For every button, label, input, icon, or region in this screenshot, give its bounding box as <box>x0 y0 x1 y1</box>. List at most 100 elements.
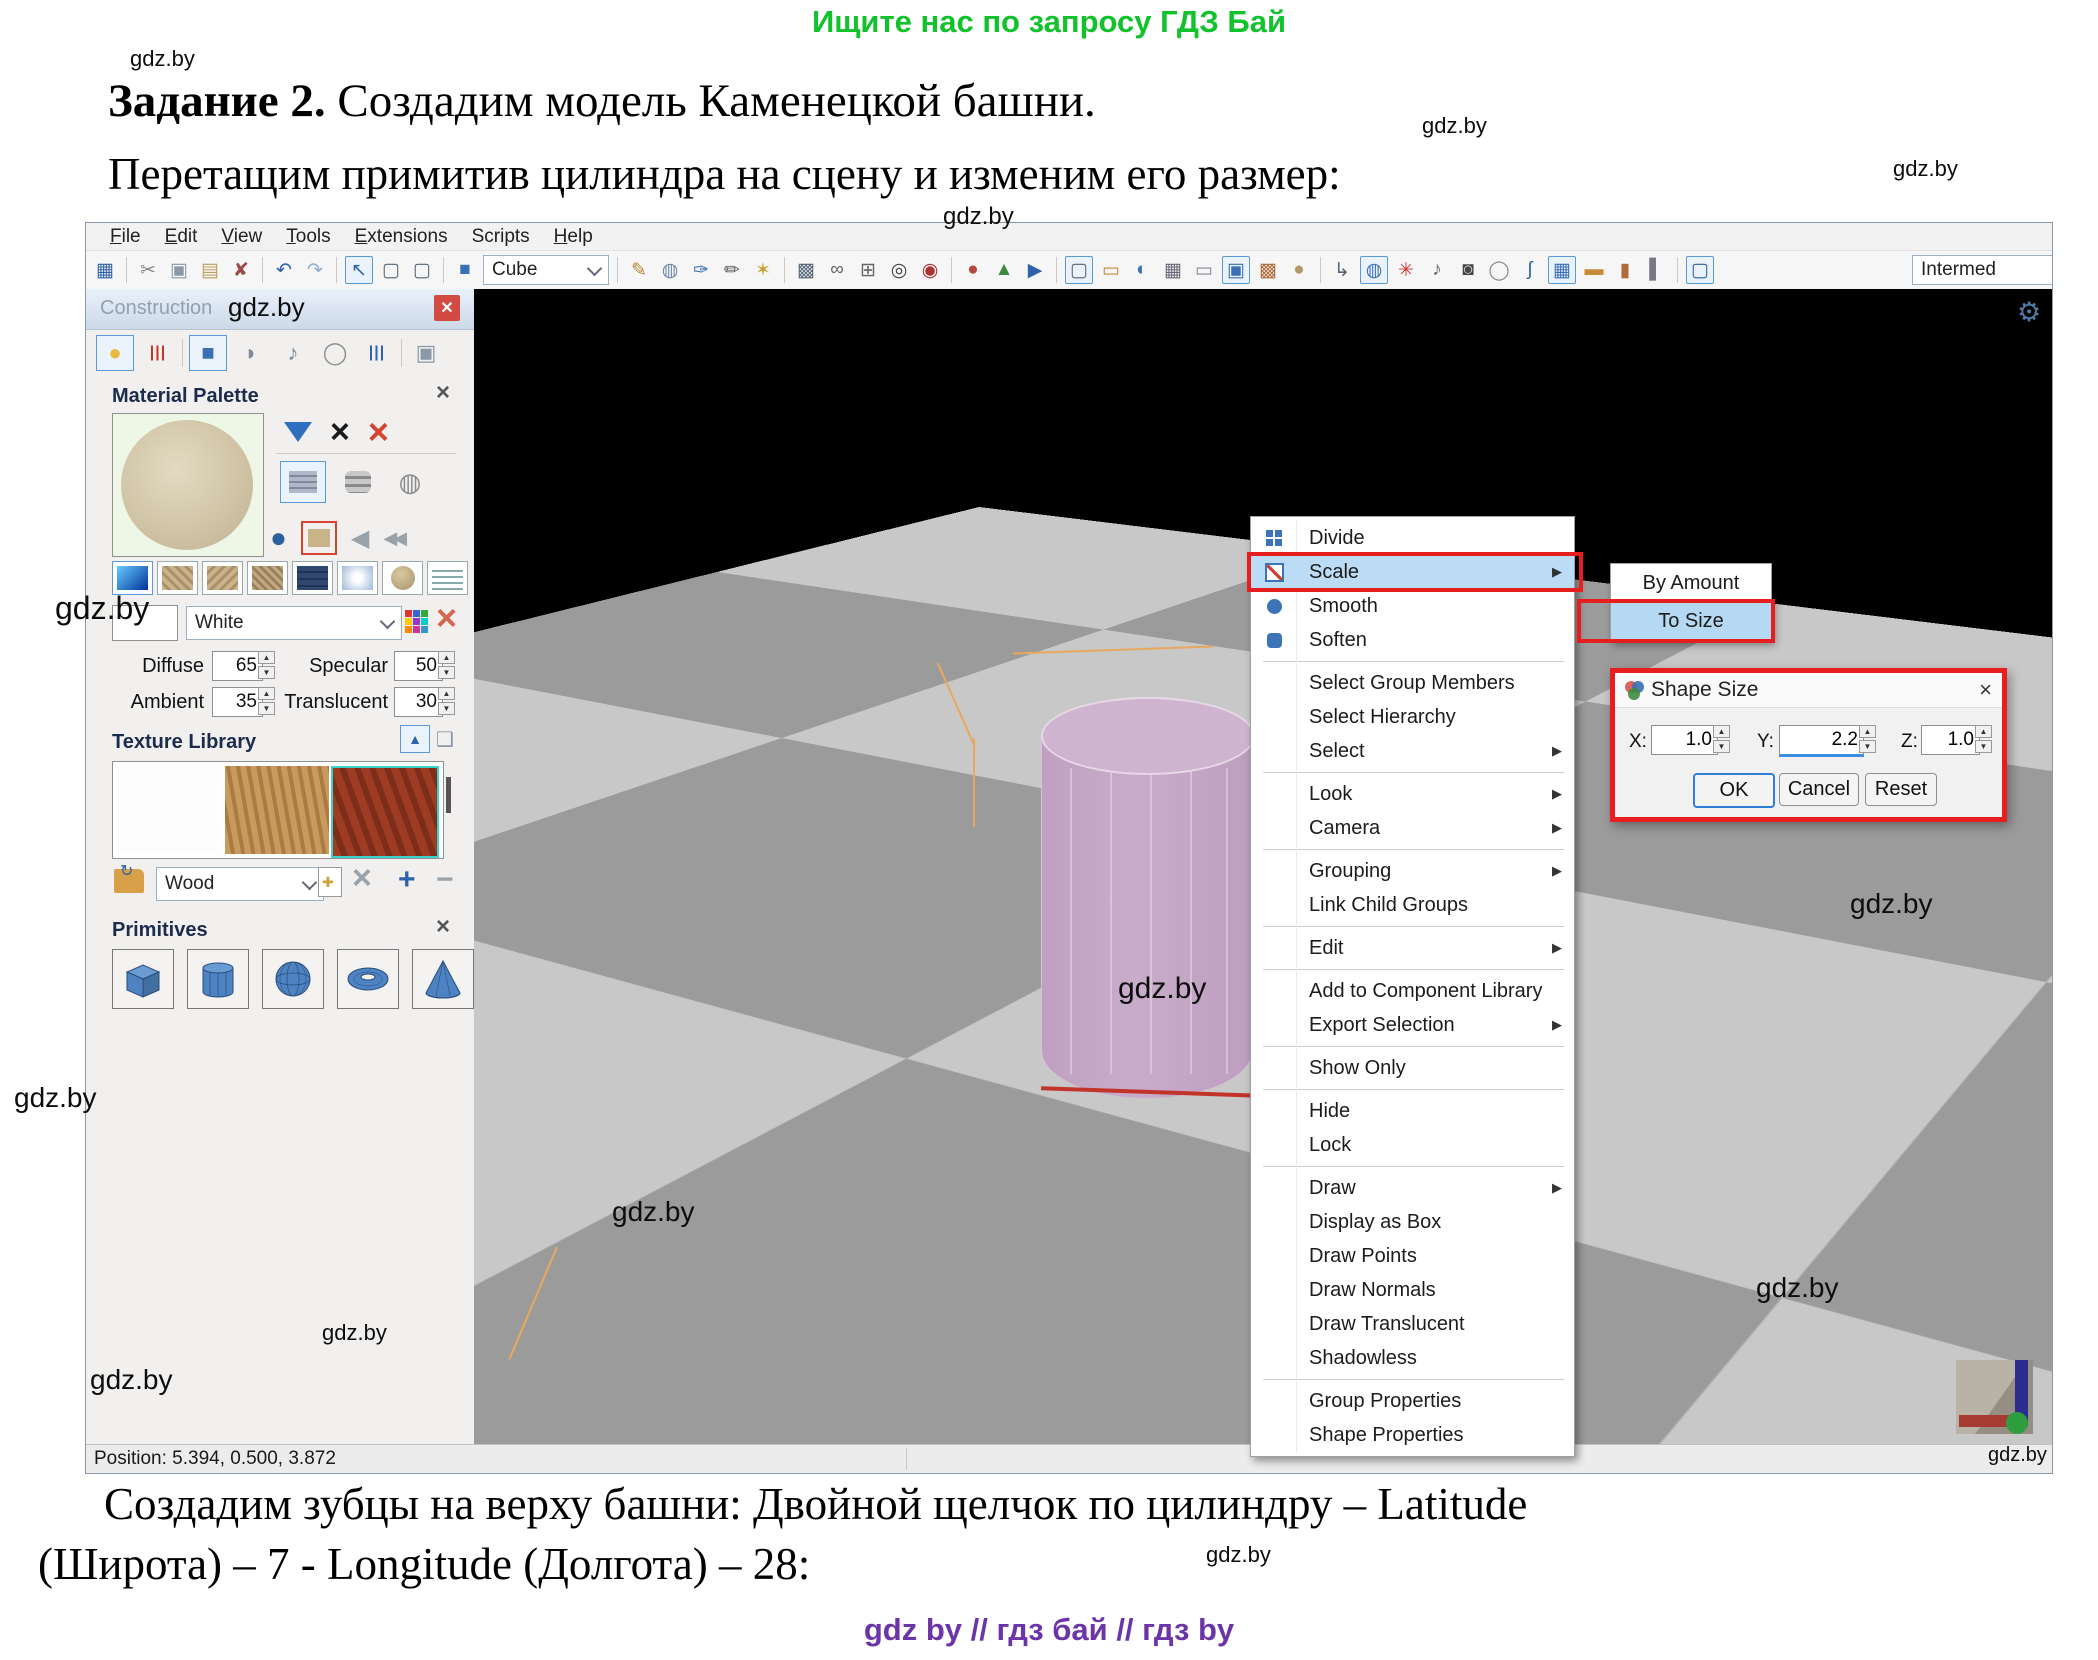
bricks-icon[interactable] <box>280 461 326 503</box>
paste-clip-icon[interactable]: ↳ <box>1329 257 1355 283</box>
submenu-item-by-amount[interactable]: By Amount <box>1611 564 1771 602</box>
menu-item-draw-normals[interactable]: Draw Normals <box>1251 1273 1574 1307</box>
cube-dropdown[interactable]: Cube <box>483 255 609 285</box>
menu-item-camera[interactable]: Camera▶ <box>1251 811 1574 845</box>
menu-item-link-child-groups[interactable]: Link Child Groups <box>1251 888 1574 922</box>
bubble-icon[interactable]: ❑ <box>436 727 454 752</box>
tab-texture-2[interactable] <box>202 561 243 595</box>
primitive-cube[interactable] <box>112 949 174 1009</box>
wand-icon[interactable]: ✶ <box>750 257 776 283</box>
texture-swatch-redwood[interactable] <box>331 766 439 858</box>
color-name-dropdown[interactable]: White <box>186 606 402 640</box>
layers-icon[interactable]: ▣ <box>408 336 444 370</box>
translucent-spinner[interactable]: ▲▼ <box>438 687 455 715</box>
translucent-value[interactable]: 30 <box>394 687 443 717</box>
zoom-magnifier-icon[interactable]: ◎ <box>886 257 912 283</box>
visibility-eye-icon[interactable]: ● <box>960 257 986 283</box>
coils-icon[interactable] <box>338 462 378 502</box>
texture-swatch-blank[interactable] <box>117 766 223 854</box>
menu-item-select-hierarchy[interactable]: Select Hierarchy <box>1251 700 1574 734</box>
menu-item-show-only[interactable]: Show Only <box>1251 1051 1574 1085</box>
ambient-value[interactable]: 35 <box>212 687 263 717</box>
bounds-box-icon[interactable]: ▢ <box>1065 256 1093 284</box>
cancel-button[interactable]: Cancel <box>1779 773 1859 806</box>
menu-tools[interactable]: Tools <box>286 226 330 248</box>
menu-item-shape-properties[interactable]: Shape Properties <box>1251 1418 1574 1452</box>
paste-icon[interactable]: ▤ <box>197 257 223 283</box>
z-spinner[interactable]: ▲▼ <box>1975 725 1992 753</box>
bulb-icon[interactable]: ◯ <box>317 336 353 370</box>
menu-item-draw[interactable]: Draw▶ <box>1251 1171 1574 1205</box>
compass-icon[interactable]: ▶ <box>1022 257 1048 283</box>
remove-texture-icon[interactable]: × <box>352 859 372 898</box>
menu-item-look[interactable]: Look▶ <box>1251 777 1574 811</box>
primitives-close-icon[interactable]: × <box>436 913 450 941</box>
floor-box-icon[interactable]: ▭ <box>1098 257 1124 283</box>
menu-item-add-to-component-library[interactable]: Add to Component Library <box>1251 974 1574 1008</box>
mirror-icon[interactable]: ◀◀ <box>383 528 403 549</box>
menu-item-select-group-members[interactable]: Select Group Members <box>1251 666 1574 700</box>
menu-item-grouping[interactable]: Grouping▶ <box>1251 854 1574 888</box>
tag-icon[interactable]: ◗ <box>233 336 269 370</box>
cube-mode-icon[interactable]: ■ <box>189 335 227 371</box>
specular-value[interactable]: 50 <box>394 651 443 681</box>
menu-item-shadowless[interactable]: Shadowless <box>1251 1341 1574 1375</box>
x-spinner[interactable]: ▲▼ <box>1713 725 1730 753</box>
panel-close-button[interactable]: ✕ <box>434 295 460 321</box>
camera-icon[interactable]: ◙ <box>1455 257 1481 283</box>
z-field[interactable]: 1.0 <box>1921 725 1980 755</box>
marker-icon[interactable]: ▮ <box>1612 257 1638 283</box>
window-tool-icon[interactable]: ▢ <box>1686 256 1714 284</box>
ball-icon[interactable]: ◍ <box>390 462 430 502</box>
books-blue-icon[interactable]: ||| <box>359 336 395 370</box>
y-field[interactable]: 2.2 <box>1779 725 1864 757</box>
materials-red-icon[interactable]: ||| <box>140 336 176 370</box>
pencil-icon[interactable]: ✏ <box>719 257 745 283</box>
primitive-cylinder[interactable] <box>187 949 249 1009</box>
menu-item-smooth[interactable]: Smooth <box>1251 589 1574 623</box>
menu-item-draw-points[interactable]: Draw Points <box>1251 1239 1574 1273</box>
path-curve-icon[interactable]: ∫ <box>1517 257 1543 283</box>
flip-left-icon[interactable]: ◀ <box>351 524 369 553</box>
bend-tool-icon[interactable]: ♪ <box>1424 257 1450 283</box>
tab-list[interactable] <box>427 561 468 595</box>
primitive-cone[interactable] <box>412 949 474 1009</box>
library-folder-icon[interactable]: ↻ <box>114 869 144 893</box>
cut-icon[interactable]: ✂ <box>135 257 161 283</box>
paintbrush-icon[interactable]: ✎ <box>626 257 652 283</box>
minus-icon[interactable]: − <box>436 863 454 897</box>
remove-color-icon[interactable]: × <box>436 597 457 639</box>
wire-box-icon[interactable]: ▦ <box>1160 257 1186 283</box>
tab-texture-1[interactable] <box>157 561 198 595</box>
checker-tool-icon[interactable]: ▦ <box>1548 256 1576 284</box>
menu-help[interactable]: Help <box>554 226 593 248</box>
colored-cube-icon[interactable]: ▩ <box>1255 257 1281 283</box>
globe-icon[interactable]: ◐ <box>1129 257 1155 283</box>
menu-item-export-selection[interactable]: Export Selection▶ <box>1251 1008 1574 1042</box>
menu-scripts[interactable]: Scripts <box>472 226 530 248</box>
textured-sphere-icon[interactable]: ● <box>1286 257 1312 283</box>
texture-swatch-lightwood[interactable] <box>225 766 329 854</box>
menu-item-edit[interactable]: Edit▶ <box>1251 931 1574 965</box>
diffuse-spinner[interactable]: ▲▼ <box>258 651 275 679</box>
menu-item-soften[interactable]: Soften <box>1251 623 1574 657</box>
select-all-icon[interactable]: ▣ <box>1222 256 1250 284</box>
submenu-item-to-size[interactable]: To Size <box>1611 602 1771 640</box>
material-palette-close-icon[interactable]: × <box>436 379 450 407</box>
menu-extensions[interactable]: Extensions <box>355 226 448 248</box>
cube-tool-icon[interactable]: ■ <box>452 257 478 283</box>
menu-edit[interactable]: Edit <box>165 226 198 248</box>
vehicle-icon[interactable]: ▬ <box>1581 257 1607 283</box>
plant-pin-icon[interactable]: ▲ <box>991 257 1017 283</box>
filter-funnel-icon[interactable] <box>284 422 312 442</box>
collapse-up-icon[interactable]: ▲ <box>400 725 430 753</box>
select-arrow-icon[interactable]: ↖ <box>345 256 373 284</box>
menu-item-divide[interactable]: Divide <box>1251 521 1574 555</box>
delete-x-icon[interactable]: × <box>368 419 389 445</box>
menu-item-select[interactable]: Select▶ <box>1251 734 1574 768</box>
ambient-spinner[interactable]: ▲▼ <box>258 687 275 715</box>
zoom-region-icon[interactable]: ◉ <box>917 257 943 283</box>
gear-icon[interactable]: ⚙ <box>2017 297 2041 328</box>
eyedropper-icon[interactable]: ✑ <box>688 257 714 283</box>
blue-sphere-icon[interactable]: ● <box>270 522 287 554</box>
